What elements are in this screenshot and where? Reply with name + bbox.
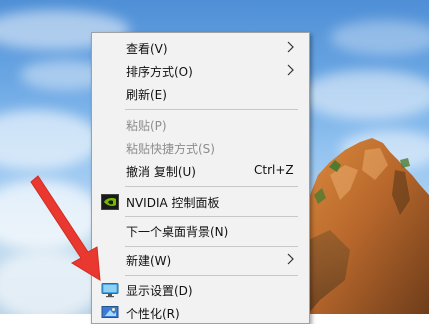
red-annotation-arrow <box>30 175 101 281</box>
